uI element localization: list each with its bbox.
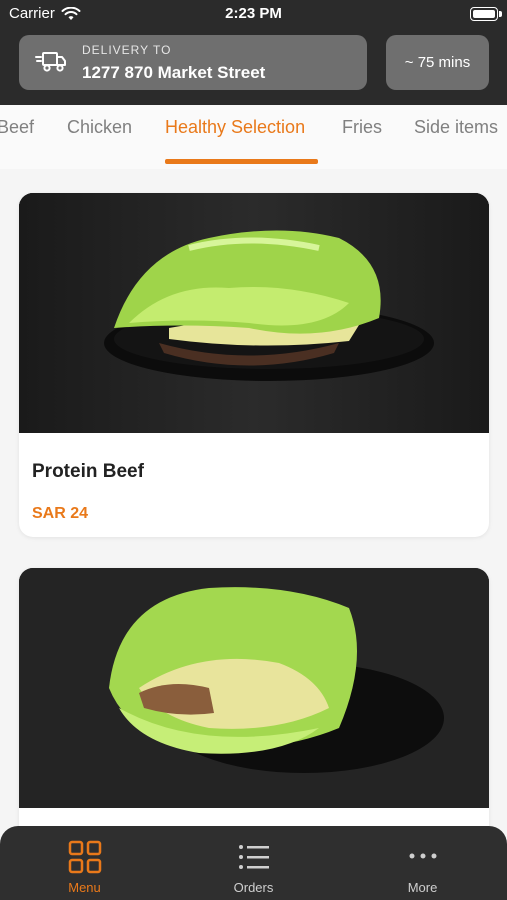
nav-orders[interactable]: Orders — [169, 826, 338, 900]
tab-fries[interactable]: Fries — [342, 117, 382, 138]
header: Carrier 2:23 PM DELIVERY TO 1277 870 Mar… — [0, 0, 507, 105]
product-price: SAR 24 — [32, 505, 89, 522]
category-tabs: Beef Chicken Healthy Selection Fries Sid… — [0, 105, 507, 169]
bottom-nav: Menu Orders More — [0, 826, 507, 900]
nav-more-label: More — [407, 880, 438, 895]
battery-icon — [470, 7, 502, 21]
delivery-address: 1277 870 Market Street — [82, 63, 266, 82]
clock: 2:23 PM — [225, 5, 282, 22]
list-icon — [238, 845, 269, 869]
tab-chicken[interactable]: Chicken — [67, 117, 132, 138]
eta-pill[interactable]: ~ 75 mins — [386, 35, 489, 90]
nav-more[interactable]: More — [338, 826, 507, 900]
delivery-label: DELIVERY TO — [82, 43, 172, 57]
product-image — [19, 193, 489, 433]
nav-menu-label: Menu — [68, 880, 101, 895]
nav-orders-label: Orders — [233, 880, 274, 895]
delivery-address-button[interactable]: DELIVERY TO 1277 870 Market Street — [19, 35, 367, 90]
tab-beef[interactable]: Beef — [0, 117, 34, 138]
product-card[interactable]: Protein Beef SAR 24 — [19, 193, 489, 537]
tab-healthy-selection[interactable]: Healthy Selection — [165, 117, 305, 138]
tab-side-items[interactable]: Side items — [414, 117, 498, 138]
nav-menu[interactable]: Menu — [0, 826, 169, 900]
product-image — [19, 568, 489, 808]
product-name: Protein Beef — [32, 461, 144, 482]
delivery-truck-icon — [35, 52, 66, 72]
grid-icon — [68, 840, 101, 874]
more-icon — [409, 853, 436, 859]
product-card[interactable] — [19, 568, 489, 868]
status-bar: Carrier 2:23 PM — [0, 0, 507, 28]
active-tab-indicator — [165, 159, 318, 164]
